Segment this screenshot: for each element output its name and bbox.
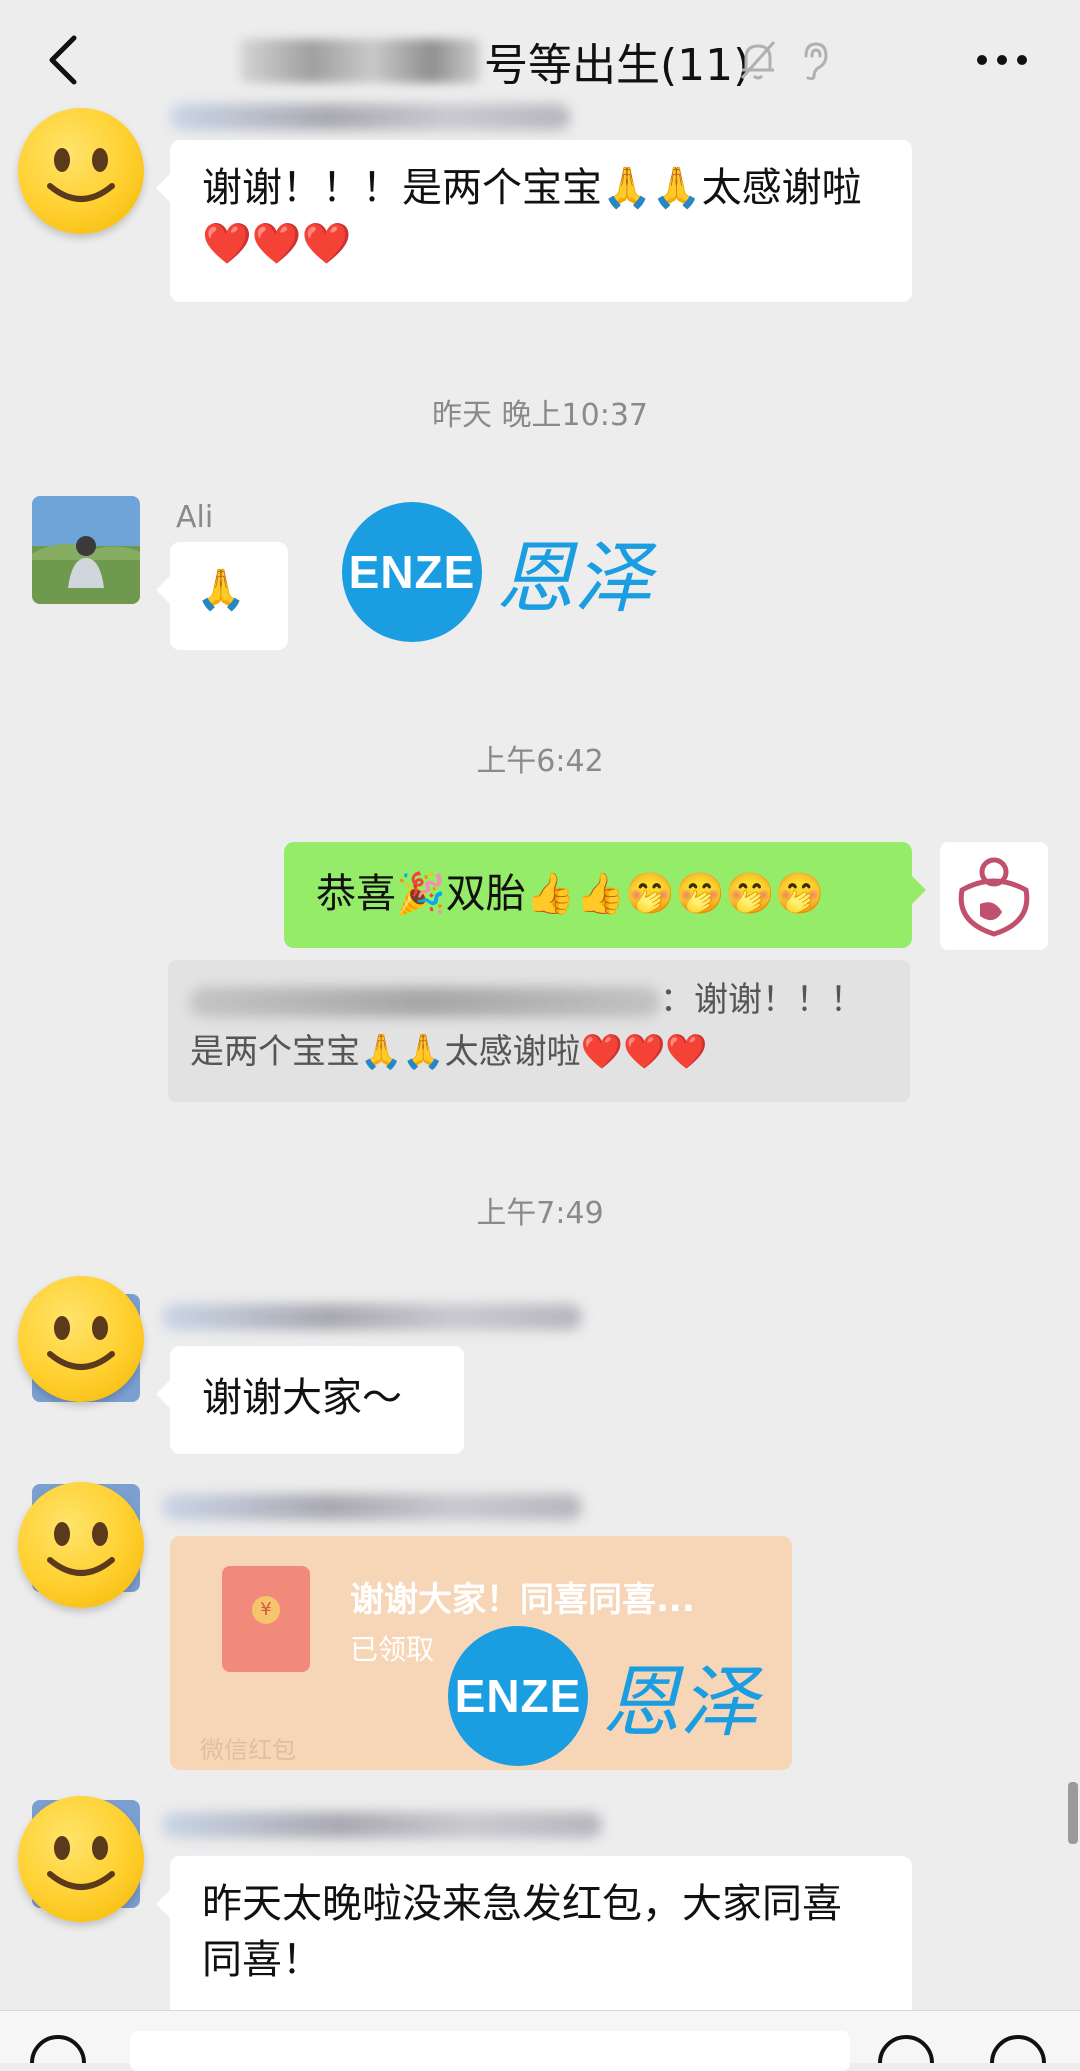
watermark: ENZE 恩泽 bbox=[342, 502, 652, 642]
voice-icon[interactable] bbox=[28, 2031, 88, 2063]
watermark: ENZE 恩泽 bbox=[448, 1626, 758, 1766]
plus-icon[interactable] bbox=[988, 2031, 1048, 2063]
red-packet-label: 微信红包 bbox=[200, 1736, 296, 1764]
watermark-brand: 恩泽 bbox=[496, 534, 653, 624]
landscape-avatar[interactable] bbox=[32, 496, 140, 604]
ear-icon bbox=[804, 42, 828, 81]
title-redacted bbox=[240, 39, 480, 83]
message-text: 谢谢大家～ bbox=[202, 1375, 402, 1421]
message-bubble[interactable]: 恭喜🎉双胎👍👍🤭🤭🤭🤭 bbox=[284, 842, 926, 948]
message-text: 昨天太晚啦没来急发红包，大家同喜同喜！ bbox=[202, 1881, 842, 1983]
watermark-brand: 恩泽 bbox=[602, 1658, 759, 1748]
red-packet-status: 已领取 bbox=[350, 1633, 435, 1666]
chat-title: 号等出生(11) bbox=[240, 26, 750, 96]
smiley-avatar[interactable] bbox=[18, 108, 144, 234]
watermark-logo: ENZE bbox=[448, 1626, 588, 1766]
red-packet-icon bbox=[222, 1566, 310, 1672]
sender-name-redacted bbox=[162, 1304, 582, 1330]
watermark-logo: ENZE bbox=[342, 502, 482, 642]
message-bubble[interactable]: 谢谢！！！是两个宝宝🙏🙏太感谢啦❤️❤️❤️ bbox=[156, 140, 912, 302]
scrollbar[interactable] bbox=[1068, 1782, 1078, 1844]
logo-avatar[interactable] bbox=[940, 842, 1048, 950]
sender-name-redacted bbox=[162, 1494, 582, 1520]
chat-header: 号等出生(11) bbox=[0, 0, 1080, 120]
smiley-avatar[interactable] bbox=[18, 1276, 144, 1402]
message-text: 恭喜🎉双胎👍👍🤭🤭🤭🤭 bbox=[316, 871, 825, 917]
timestamp: 上午7:49 bbox=[476, 1196, 604, 1231]
message-bubble[interactable]: 谢谢大家～ bbox=[156, 1346, 464, 1454]
message-text: 谢谢！！！是两个宝宝🙏🙏太感谢啦❤️❤️❤️ bbox=[202, 165, 862, 267]
sender-name: Ali bbox=[176, 500, 214, 535]
input-bar bbox=[0, 2010, 1080, 2071]
sender-name-redacted bbox=[162, 1812, 602, 1838]
timestamp: 昨天 晚上10:37 bbox=[432, 398, 648, 433]
more-icon[interactable] bbox=[972, 48, 1032, 72]
smiley-avatar[interactable] bbox=[18, 1796, 144, 1922]
emoji-icon[interactable] bbox=[876, 2031, 936, 2063]
back-icon[interactable] bbox=[36, 24, 96, 96]
smiley-face-icon bbox=[47, 148, 115, 202]
message-bubble[interactable]: 昨天太晚啦没来急发红包，大家同喜同喜！ bbox=[156, 1856, 912, 2018]
sender-name-redacted bbox=[170, 104, 570, 130]
timestamp: 上午6:42 bbox=[476, 744, 604, 779]
smiley-face-icon bbox=[47, 1522, 115, 1576]
mute-icon bbox=[740, 41, 776, 80]
red-packet-title: 谢谢大家！同喜同喜... bbox=[350, 1580, 695, 1620]
message-input[interactable] bbox=[130, 2031, 850, 2071]
smiley-avatar[interactable] bbox=[18, 1482, 144, 1608]
message-bubble[interactable]: 🙏 bbox=[156, 542, 288, 650]
smiley-face-icon bbox=[47, 1836, 115, 1890]
chat-title-text: 号等出生(11) bbox=[484, 40, 751, 91]
quote-sender-redacted bbox=[190, 986, 660, 1017]
quoted-message[interactable]: ：谢谢！！！是两个宝宝🙏🙏太感谢啦❤️❤️❤️ bbox=[168, 960, 910, 1102]
message-text: 🙏 bbox=[196, 567, 246, 613]
smiley-face-icon bbox=[47, 1316, 115, 1370]
